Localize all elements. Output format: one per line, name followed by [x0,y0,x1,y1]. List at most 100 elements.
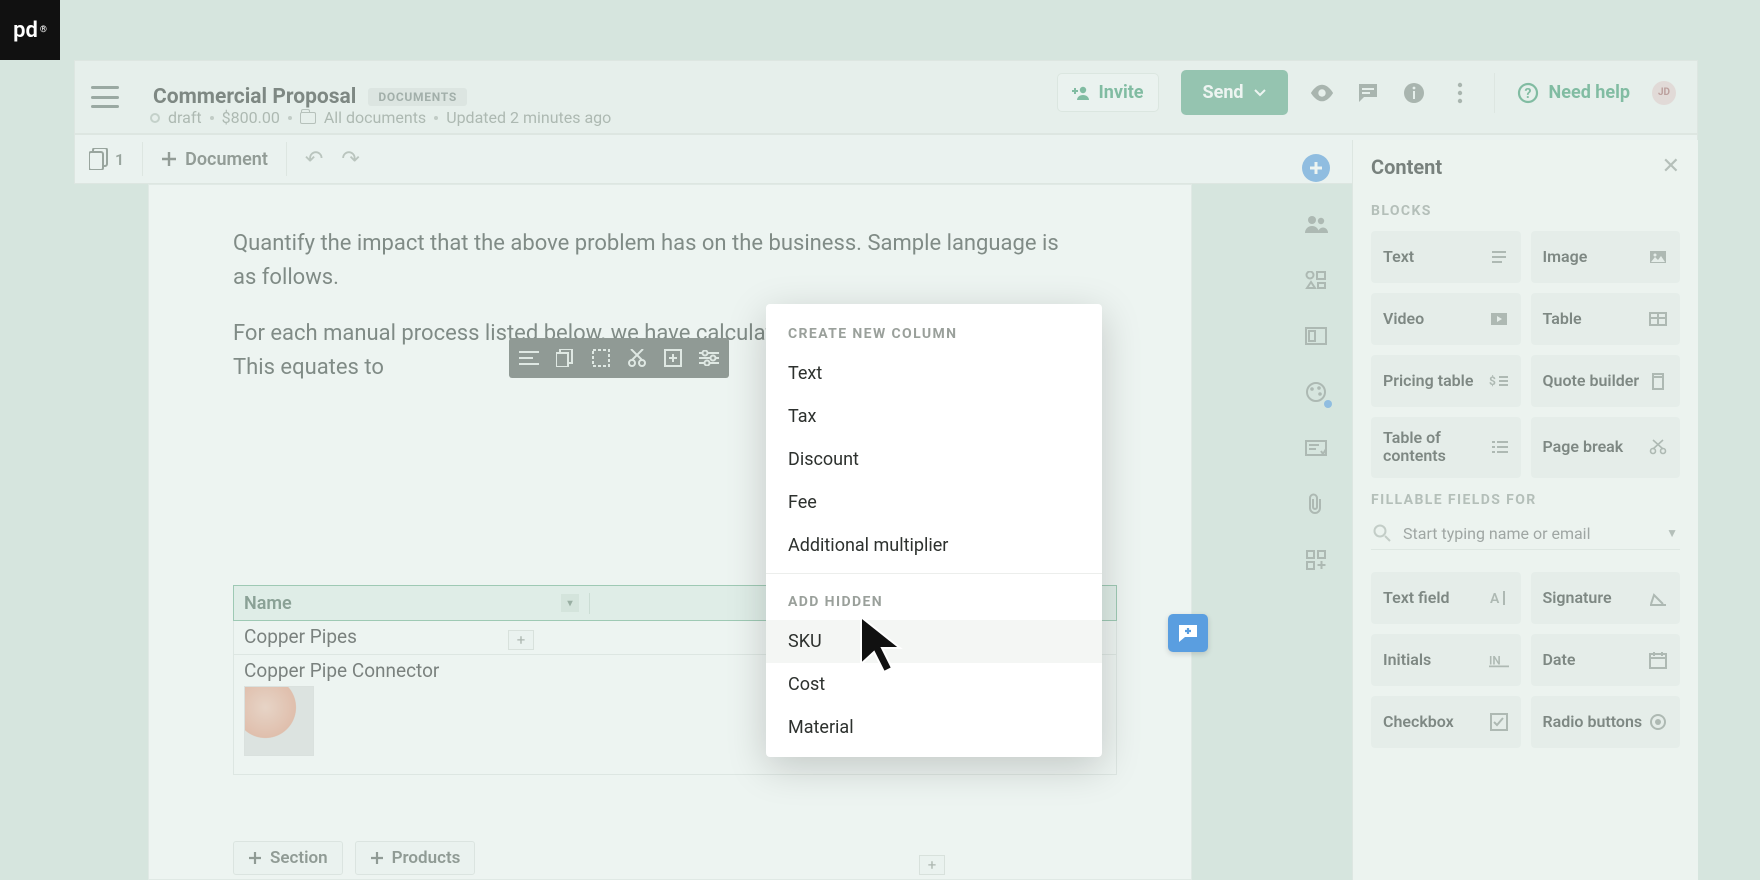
rail-design[interactable] [1302,378,1330,406]
plus-icon [370,851,384,865]
comment-add-icon [1177,623,1199,643]
need-help-button[interactable]: ? Need help [1517,82,1630,104]
block-quote-builder[interactable]: Quote builder [1531,355,1681,407]
menu-item-multiplier[interactable]: Additional multiplier [766,524,1102,567]
document-badge: DOCUMENTS [368,88,467,106]
blocks-grid: Text Image Video Table Pricing table$ Qu… [1353,219,1698,482]
fillable-heading: FILLABLE FIELDS FOR [1353,482,1698,508]
menu-item-sku[interactable]: SKU [766,620,1102,663]
more-icon[interactable] [1448,81,1472,105]
rail-smart-content[interactable] [1302,434,1330,462]
copy-icon[interactable] [553,346,577,370]
rail-add-content[interactable] [1302,154,1330,182]
svg-text:?: ? [1524,86,1531,102]
redo-button[interactable]: ↷ [341,147,359,172]
product-thumbnail [244,686,314,756]
avatar[interactable]: JD [1652,81,1676,105]
block-image[interactable]: Image [1531,231,1681,283]
paragraph-1: Quantify the impact that the above probl… [233,227,1063,295]
chevron-down-icon[interactable]: ▼ [1666,526,1678,540]
menu-icon[interactable] [91,86,119,108]
help-icon: ? [1517,82,1539,104]
image-icon [1648,247,1668,267]
add-icon[interactable] [661,346,685,370]
blocks-heading: BLOCKS [1353,193,1698,219]
field-radio[interactable]: Radio buttons [1531,696,1681,748]
invite-button[interactable]: Invite [1057,73,1158,112]
add-row-button[interactable]: + [919,855,945,875]
initials-icon: IN [1489,650,1509,670]
page-indicator[interactable]: 1 [89,148,124,170]
cursor-icon [856,612,916,682]
plus-icon [161,151,177,167]
search-input[interactable] [1403,524,1654,543]
floating-format-toolbar [509,338,729,378]
select-icon[interactable] [589,346,613,370]
field-checkbox[interactable]: Checkbox [1371,696,1521,748]
add-row-mid-button[interactable]: + [508,630,534,650]
page-break-icon [1648,437,1668,457]
field-date[interactable]: Date [1531,634,1681,686]
block-table[interactable]: Table [1531,293,1681,345]
svg-text:IN: IN [1489,653,1501,667]
folder-label[interactable]: All documents [324,108,426,127]
chat-icon[interactable] [1356,81,1380,105]
amount: $800.00 [222,108,280,127]
align-icon[interactable] [517,346,541,370]
brand-logo: pd ® [0,0,60,60]
column-name-header[interactable]: Name ▾ [234,593,590,614]
menu-item-fee[interactable]: Fee [766,481,1102,524]
document-title[interactable]: Commercial Proposal [153,85,356,109]
rail-layout[interactable] [1302,322,1330,350]
block-pricing-table[interactable]: Pricing table$ [1371,355,1521,407]
menu-header-create: CREATE NEW COLUMN [766,312,1102,352]
field-signature[interactable]: Signature [1531,572,1681,624]
recipient-search[interactable]: ▼ [1371,518,1680,550]
radio-icon [1648,712,1668,732]
block-video[interactable]: Video [1371,293,1521,345]
block-toc[interactable]: Table of contents [1371,417,1521,478]
field-text[interactable]: Text fieldA [1371,572,1521,624]
add-document-button[interactable]: Document [161,149,268,170]
menu-item-text[interactable]: Text [766,352,1102,395]
block-page-break[interactable]: Page break [1531,417,1681,478]
add-products-button[interactable]: Products [355,841,476,875]
menu-item-tax[interactable]: Tax [766,395,1102,438]
toc-icon [1491,437,1509,457]
person-add-icon [1072,85,1090,101]
undo-button[interactable]: ↶ [305,147,323,172]
cell-name: Copper Pipe Connector [244,659,439,682]
trademark: ® [40,25,47,35]
column-dropdown-icon[interactable]: ▾ [561,594,579,612]
menu-item-material[interactable]: Material [766,706,1102,749]
search-icon [1373,524,1391,542]
status-label: draft [168,108,202,127]
chevron-down-icon [1254,89,1266,97]
block-text[interactable]: Text [1371,231,1521,283]
add-section-button[interactable]: Section [233,841,343,875]
page-count: 1 [115,150,124,169]
avatar-initials: JD [1658,87,1670,98]
rail-attachments[interactable] [1302,490,1330,518]
field-initials[interactable]: InitialsIN [1371,634,1521,686]
preview-icon[interactable] [1310,81,1334,105]
settings-icon[interactable] [697,346,721,370]
rail-recipients[interactable] [1302,210,1330,238]
cut-icon[interactable] [625,346,649,370]
info-icon[interactable] [1402,81,1426,105]
plus-icon [248,851,262,865]
rail-apps[interactable] [1302,546,1330,574]
separator [1494,73,1495,113]
send-label: Send [1203,82,1244,103]
rail-variables[interactable] [1302,266,1330,294]
send-button[interactable]: Send [1181,70,1288,115]
quote-icon [1648,371,1668,391]
pricing-icon: $ [1489,371,1509,391]
comment-fab[interactable] [1168,614,1208,652]
menu-item-cost[interactable]: Cost [766,663,1102,706]
close-icon[interactable]: ✕ [1662,154,1680,179]
brand-initials: pd [13,18,38,43]
column-menu: CREATE NEW COLUMN Text Tax Discount Fee … [766,304,1102,757]
menu-item-discount[interactable]: Discount [766,438,1102,481]
header-actions: Invite Send ? Need help JD [1057,70,1676,115]
